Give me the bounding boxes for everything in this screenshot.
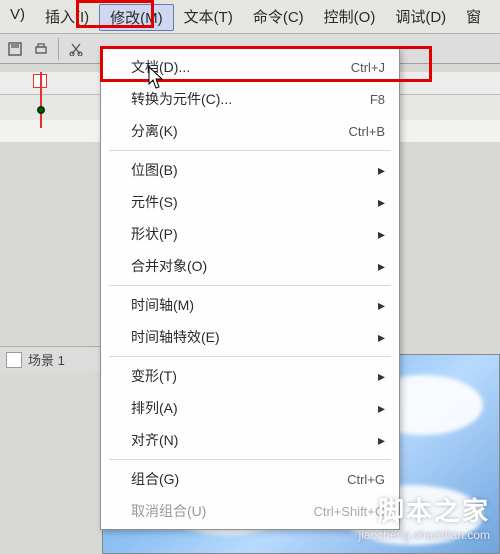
menu-item-window[interactable]: 窗	[456, 4, 491, 31]
menu-item-label: 排列(A)	[131, 398, 370, 418]
menu-item-shortcut: F8	[370, 92, 385, 107]
menu-document[interactable]: 文档(D)...Ctrl+J	[101, 51, 399, 83]
menu-convert-symbol[interactable]: 转换为元件(C)...F8	[101, 83, 399, 115]
menu-combine-objects[interactable]: 合并对象(O) ▸	[101, 250, 399, 282]
menu-align[interactable]: 对齐(N) ▸	[101, 424, 399, 456]
menu-separator	[109, 285, 391, 286]
menu-item-label: 元件(S)	[131, 192, 370, 212]
menu-item-label: 对齐(N)	[131, 430, 370, 450]
menu-item-command[interactable]: 命令(C)	[243, 4, 314, 31]
menu-item-shortcut: Ctrl+G	[347, 472, 385, 487]
submenu-arrow-icon: ▸	[378, 226, 385, 243]
submenu-arrow-icon: ▸	[378, 400, 385, 417]
submenu-arrow-icon: ▸	[378, 194, 385, 211]
menu-item-label: 转换为元件(C)...	[131, 89, 370, 109]
menu-item-label: 形状(P)	[131, 224, 370, 244]
submenu-arrow-icon: ▸	[378, 297, 385, 314]
menu-item-view[interactable]: V)	[0, 4, 35, 31]
scene-icon	[6, 352, 22, 368]
menu-item-label: 时间轴(M)	[131, 295, 370, 315]
menu-timeline-effects[interactable]: 时间轴特效(E) ▸	[101, 321, 399, 353]
print-icon[interactable]	[28, 37, 54, 61]
menu-item-label: 位图(B)	[131, 160, 370, 180]
menu-item-label: 合并对象(O)	[131, 256, 370, 276]
menu-transform[interactable]: 变形(T) ▸	[101, 360, 399, 392]
menu-item-label: 时间轴特效(E)	[131, 327, 370, 347]
menu-timeline[interactable]: 时间轴(M) ▸	[101, 289, 399, 321]
menu-item-label: 文档(D)...	[131, 57, 351, 77]
menu-separator	[109, 356, 391, 357]
menu-item-label: 分离(K)	[131, 121, 349, 141]
menu-item-control[interactable]: 控制(O)	[314, 4, 386, 31]
playhead[interactable]	[40, 72, 42, 128]
scene-label: 场景 1	[28, 350, 65, 369]
submenu-arrow-icon: ▸	[378, 329, 385, 346]
menu-bitmap[interactable]: 位图(B) ▸	[101, 154, 399, 186]
menu-item-modify[interactable]: 修改(M)	[99, 4, 174, 31]
menu-break-apart[interactable]: 分离(K)Ctrl+B	[101, 115, 399, 147]
menu-symbol[interactable]: 元件(S) ▸	[101, 186, 399, 218]
menu-item-label: 组合(G)	[131, 469, 347, 489]
menu-item-shortcut: Ctrl+B	[349, 124, 385, 139]
menu-group[interactable]: 组合(G)Ctrl+G	[101, 463, 399, 495]
submenu-arrow-icon: ▸	[378, 368, 385, 385]
menu-item-shortcut: Ctrl+Shift+G	[313, 504, 385, 519]
baidu-watermark: Baidu	[240, 507, 283, 524]
menubar: V) 插入(I) 修改(M) 文本(T) 命令(C) 控制(O) 调试(D) 窗	[0, 0, 500, 34]
menu-item-label: 变形(T)	[131, 366, 370, 386]
menu-item-label: 取消组合(U)	[131, 501, 313, 521]
menu-separator	[109, 150, 391, 151]
save-icon[interactable]	[2, 37, 28, 61]
menu-shape[interactable]: 形状(P) ▸	[101, 218, 399, 250]
keyframe-icon[interactable]	[37, 106, 45, 114]
menu-item-debug[interactable]: 调试(D)	[385, 4, 456, 31]
submenu-arrow-icon: ▸	[378, 432, 385, 449]
menu-item-insert[interactable]: 插入(I)	[35, 4, 99, 31]
menu-item-text[interactable]: 文本(T)	[174, 4, 243, 31]
submenu-arrow-icon: ▸	[378, 258, 385, 275]
menu-item-shortcut: Ctrl+J	[351, 60, 385, 75]
cut-icon[interactable]	[63, 37, 89, 61]
submenu-arrow-icon: ▸	[378, 162, 385, 179]
menu-separator	[109, 459, 391, 460]
menu-arrange[interactable]: 排列(A) ▸	[101, 392, 399, 424]
modify-dropdown-menu: 文档(D)...Ctrl+J 转换为元件(C)...F8 分离(K)Ctrl+B…	[100, 48, 400, 530]
toolbar-separator	[58, 38, 59, 60]
